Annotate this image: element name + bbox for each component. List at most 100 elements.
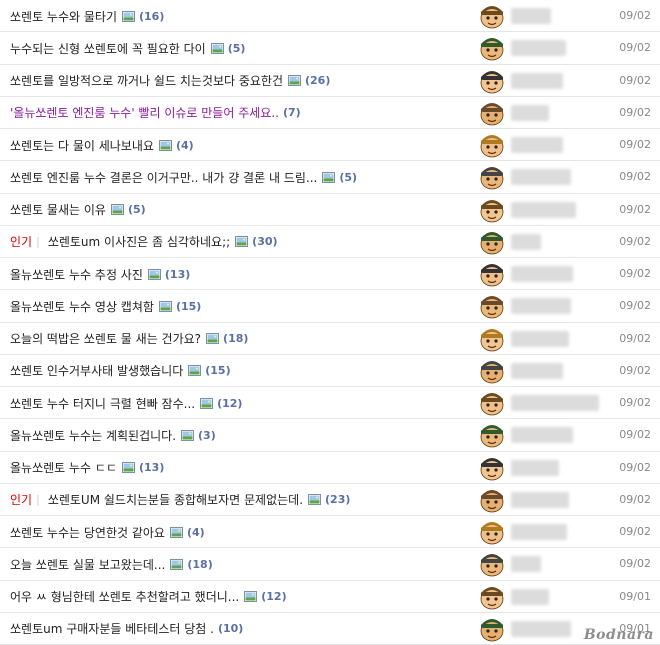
avatar — [478, 261, 506, 287]
post-title[interactable]: 쏘렌토um 이사진은 좀 심각하네요;; — [48, 233, 230, 250]
avatar — [478, 293, 506, 319]
author-name-blurred[interactable] — [511, 395, 599, 411]
list-item[interactable]: 올뉴쏘렌토 누수 영상 캡쳐함 (15) 09/02 — [0, 290, 660, 323]
comment-count[interactable]: (16) — [139, 10, 164, 23]
list-item[interactable]: 쏘렌토 물새는 이유 (5) 09/02 — [0, 194, 660, 226]
avatar — [478, 35, 506, 61]
comment-count[interactable]: (3) — [198, 429, 216, 442]
comment-count[interactable]: (18) — [187, 558, 212, 571]
post-title[interactable]: 오늘 쏘렌토 실물 보고왔는데... — [10, 556, 165, 573]
comment-count[interactable]: (5) — [128, 203, 146, 216]
list-item[interactable]: 쏘렌토 누수는 당연한것 같아요 (4) 09/02 — [0, 516, 660, 549]
post-title[interactable]: 누수되는 신형 쏘렌토에 꼭 필요한 다이 — [10, 40, 206, 57]
list-item[interactable]: 쏘렌토를 일방적으로 까거나 쉴드 치는것보다 중요한건 (26) 09/02 — [0, 65, 660, 97]
list-item[interactable]: 쏘렌토 누수 터지니 극렬 현빠 잠수... (12) 09/02 — [0, 387, 660, 420]
post-title-cell: 쏘렌토 엔진룸 누수 결론은 이거구만.. 내가 걍 결론 내 드림... (5) — [10, 161, 470, 193]
post-title-cell: 쏘렌토를 일방적으로 까거나 쉴드 치는것보다 중요한건 (26) — [10, 65, 470, 97]
post-title[interactable]: 쏘렌토를 일방적으로 까거나 쉴드 치는것보다 중요한건 — [10, 72, 283, 89]
post-title-cell: 어우 ㅆ 형님한테 쏘렌토 추천할려고 했더니... (12) — [10, 581, 470, 613]
author-name-blurred[interactable] — [511, 427, 573, 444]
comment-count[interactable]: (13) — [139, 461, 164, 474]
post-title[interactable]: 쏘렌토UM 쉴드치는분들 종합해보자면 문제없는데. — [48, 491, 303, 508]
post-title[interactable]: 쏘렌토는 다 물이 세나보내요 — [10, 137, 154, 154]
post-title[interactable]: 오늘의 떡밥은 쏘렌토 물 새는 건가요? — [10, 330, 201, 347]
post-title[interactable]: 올뉴쏘렌토 누수는 계획된겁니다. — [10, 427, 176, 444]
list-item[interactable]: 올뉴쏘렌토 누수 ㄷㄷ (13) 09/02 — [0, 452, 660, 484]
author-name-blurred[interactable] — [511, 620, 571, 637]
comment-count[interactable]: (26) — [305, 74, 330, 87]
post-title-cell: 쏘렌토 누수와 물타기 (16) — [10, 0, 470, 32]
list-item[interactable]: 올뉴쏘렌토 누수는 계획된겁니다. (3) 09/02 — [0, 419, 660, 452]
comment-count[interactable]: (7) — [283, 106, 301, 119]
comment-count[interactable]: (15) — [176, 300, 201, 313]
comment-count[interactable]: (15) — [205, 364, 230, 377]
comment-count[interactable]: (23) — [325, 493, 350, 506]
post-date: 09/02 — [619, 9, 651, 22]
post-title[interactable]: 쏘렌토 물새는 이유 — [10, 201, 106, 218]
badge-separator: | — [36, 235, 40, 249]
author-name-blurred[interactable] — [511, 298, 571, 315]
author-name-blurred[interactable] — [511, 266, 573, 282]
comment-count[interactable]: (4) — [187, 526, 205, 539]
author-name-blurred[interactable] — [511, 459, 559, 476]
comment-count[interactable]: (5) — [228, 42, 246, 55]
post-date: 09/02 — [619, 202, 651, 216]
list-item[interactable]: 오늘의 떡밥은 쏘렌토 물 새는 건가요? (18) 09/02 — [0, 323, 660, 355]
post-list: 쏘렌토 누수와 물타기 (16) 09/02 누수되는 신형 쏘렌토에 꼭 필요한 다… — [0, 0, 660, 645]
post-date: 09/02 — [619, 460, 651, 474]
author-name-blurred[interactable] — [511, 330, 569, 347]
post-title[interactable]: 어우 ㅆ 형님한테 쏘렌토 추천할려고 했더니... — [10, 588, 239, 605]
author-name-blurred[interactable] — [511, 524, 567, 540]
avatar — [478, 358, 506, 384]
list-item[interactable]: 쏘렌토는 다 물이 세나보내요 (4) 09/02 — [0, 129, 660, 162]
comment-count[interactable]: (10) — [218, 622, 243, 635]
list-item[interactable]: 쏘렌토 엔진룸 누수 결론은 이거구만.. 내가 걍 결론 내 드림... (5)… — [0, 161, 660, 194]
list-item[interactable]: 오늘 쏘렌토 실물 보고왔는데... (18) 09/02 — [0, 548, 660, 581]
author-name-blurred[interactable] — [511, 201, 576, 218]
comment-count[interactable]: (18) — [223, 332, 248, 345]
post-title[interactable]: 올뉴쏘렌토 누수 추정 사진 — [10, 266, 143, 283]
author-name-blurred[interactable] — [511, 40, 566, 57]
comment-count[interactable]: (30) — [252, 235, 277, 248]
post-title-cell: 쏘렌토 물새는 이유 (5) — [10, 194, 470, 226]
comment-count[interactable]: (5) — [339, 171, 357, 184]
list-item[interactable]: 쏘렌토 인수거부사태 발생했습니다 (15) 09/02 — [0, 355, 660, 387]
list-item[interactable]: 누수되는 신형 쏘렌토에 꼭 필요한 다이 (5) 09/02 — [0, 32, 660, 65]
comment-count[interactable]: (4) — [176, 139, 194, 152]
author-name-blurred[interactable] — [511, 362, 563, 379]
post-date: 09/02 — [619, 170, 651, 184]
avatar — [478, 487, 506, 513]
list-item[interactable]: 어우 ㅆ 형님한테 쏘렌토 추천할려고 했더니... (12) 09/01 — [0, 581, 660, 613]
list-item[interactable]: '올뉴쏘렌토 엔진룸 누수' 빨리 이슈로 만들어 주세요.. (7) 09/02 — [0, 97, 660, 129]
post-title[interactable]: 올뉴쏘렌토 누수 영상 캡쳐함 — [10, 298, 154, 315]
author-name-blurred[interactable] — [511, 137, 563, 153]
list-item[interactable]: 쏘렌토um 구매자분들 베타테스터 당첨 . (10) 09/01 — [0, 613, 660, 645]
post-title[interactable]: 쏘렌토 누수와 물타기 — [10, 8, 117, 25]
post-title-cell: 오늘의 떡밥은 쏘렌토 물 새는 건가요? (18) — [10, 323, 470, 355]
post-title[interactable]: 올뉴쏘렌토 누수 ㄷㄷ — [10, 459, 117, 476]
author-name-blurred[interactable] — [511, 72, 563, 89]
list-item[interactable]: 인기 | 쏘렌토UM 쉴드치는분들 종합해보자면 문제없는데. (23) 09/02 — [0, 484, 660, 516]
image-attachment-icon — [188, 365, 202, 377]
author-name-blurred[interactable] — [511, 491, 569, 508]
comment-count[interactable]: (12) — [217, 397, 242, 410]
list-item[interactable]: 쏘렌토 누수와 물타기 (16) 09/02 — [0, 0, 660, 33]
post-title[interactable]: 쏘렌토um 구매자분들 베타테스터 당첨 . — [10, 620, 214, 637]
post-title[interactable]: 쏘렌토 인수거부사태 발생했습니다 — [10, 362, 183, 379]
post-title[interactable]: 쏘렌토 누수는 당연한것 같아요 — [10, 524, 165, 541]
post-title[interactable]: '올뉴쏘렌토 엔진룸 누수' 빨리 이슈로 만들어 주세요.. — [10, 104, 279, 121]
post-title[interactable]: 쏘렌토 누수 터지니 극렬 현빠 잠수... — [10, 395, 195, 412]
author-name-blurred[interactable] — [511, 169, 571, 186]
image-attachment-icon — [158, 300, 172, 312]
author-name-blurred[interactable] — [511, 104, 549, 121]
author-name-blurred[interactable] — [511, 8, 551, 24]
post-title[interactable]: 쏘렌토 엔진룸 누수 결론은 이거구만.. 내가 걍 결론 내 드림... — [10, 169, 317, 186]
author-name-blurred[interactable] — [511, 588, 549, 605]
list-item[interactable]: 인기 | 쏘렌토um 이사진은 좀 심각하네요;; (30) 09/02 — [0, 226, 660, 258]
list-item[interactable]: 올뉴쏘렌토 누수 추정 사진 (13) 09/02 — [0, 258, 660, 291]
comment-count[interactable]: (12) — [261, 590, 286, 603]
author-name-blurred[interactable] — [511, 233, 541, 250]
author-name-blurred[interactable] — [511, 556, 541, 573]
comment-count[interactable]: (13) — [165, 268, 190, 281]
avatar — [478, 100, 506, 126]
